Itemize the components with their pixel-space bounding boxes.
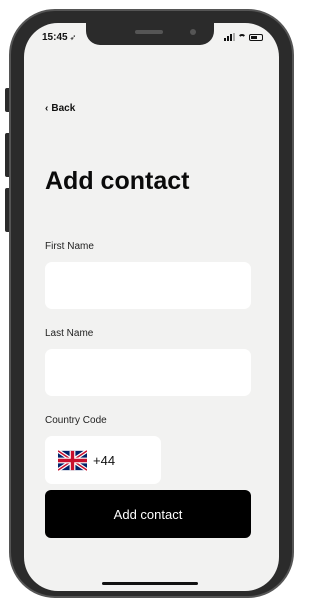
- last-name-label: Last Name: [45, 328, 94, 339]
- status-time-text: 15:45: [42, 32, 68, 43]
- status-icons: [224, 33, 263, 41]
- first-name-field[interactable]: [45, 262, 251, 309]
- home-indicator: [102, 582, 198, 585]
- country-code-selector[interactable]: +44: [45, 436, 161, 484]
- speaker-grille: [135, 30, 163, 34]
- cellular-signal-icon: [224, 33, 235, 41]
- chevron-left-icon: ‹: [45, 103, 49, 114]
- front-camera: [190, 29, 196, 35]
- notch: [86, 23, 214, 45]
- status-time: 15:45 ➶: [42, 32, 76, 43]
- last-name-field[interactable]: [45, 349, 251, 396]
- first-name-label: First Name: [45, 241, 94, 252]
- uk-flag-icon: [58, 449, 87, 471]
- location-arrow-icon: ➶: [69, 33, 77, 42]
- page-title: Add contact: [45, 167, 190, 195]
- back-button[interactable]: ‹ Back: [45, 103, 75, 114]
- country-code-value: +44: [93, 452, 116, 468]
- battery-icon: [249, 33, 263, 41]
- wifi-icon: [238, 33, 246, 41]
- phone-screen: 15:45 ➶ ‹ Back Add contact First Name Las…: [24, 23, 279, 591]
- back-label: Back: [51, 103, 76, 114]
- add-contact-button[interactable]: Add contact: [45, 490, 251, 538]
- country-code-label: Country Code: [45, 415, 107, 426]
